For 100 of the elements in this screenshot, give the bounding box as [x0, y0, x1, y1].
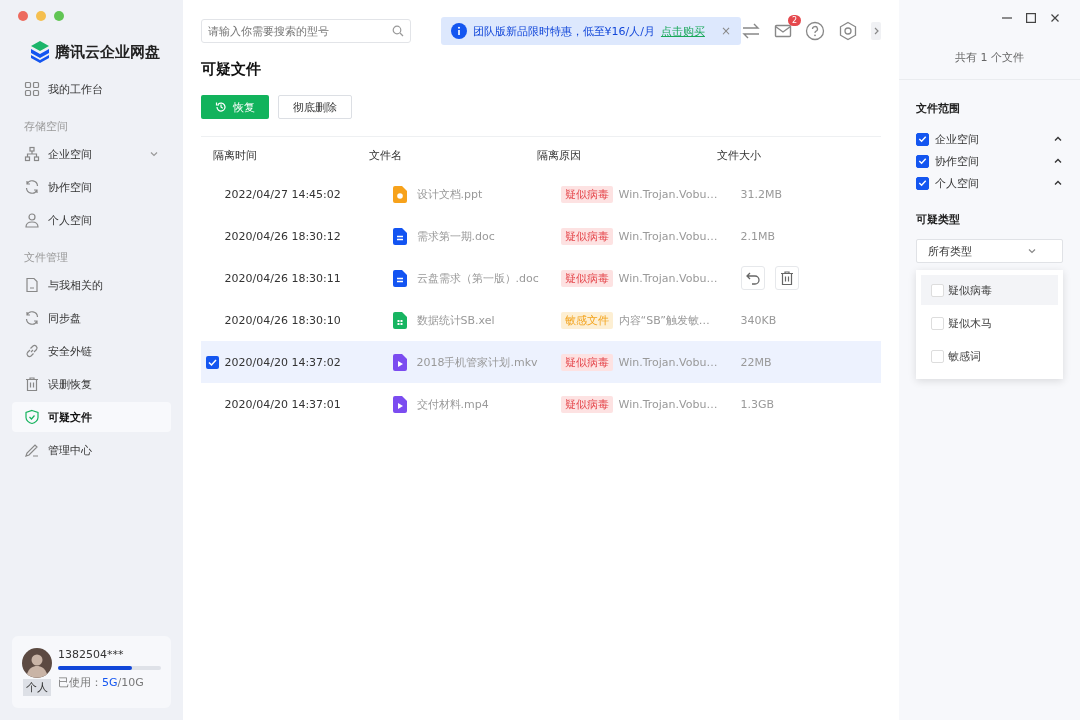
checkbox-label: 个人空间 [935, 175, 980, 191]
sidebar-item[interactable]: 安全外链 [12, 336, 171, 366]
chevron-up-icon[interactable] [1053, 134, 1063, 144]
promo-text: 团队版新品限时特惠，低至¥16/人/月 [472, 23, 655, 39]
user-name: 1382504*** [58, 648, 125, 661]
reason-tag: 疑似病毒 [560, 227, 613, 245]
file-icon [392, 395, 407, 413]
table-row[interactable]: 2020/04/20 14:37:02 2018手机管家计划.mkv 疑似病毒 Win.Trojan.Vobu… 22MB [200, 341, 881, 383]
file-size: 31.2MB [740, 187, 783, 201]
file-icon [392, 269, 407, 287]
close-light[interactable] [18, 11, 28, 21]
file-size: 340KB [740, 313, 777, 327]
chevron-up-icon[interactable] [1053, 178, 1063, 188]
trash-icon [778, 270, 795, 286]
checkbox-label: 企业空间 [935, 131, 980, 147]
table-row[interactable]: 2020/04/26 18:30:12 需求第一期.doc 疑似病毒 Win.Trojan.Vobu… 2.1MB [200, 215, 881, 257]
section-heading: 文件管理 [23, 250, 69, 266]
sidebar-item[interactable]: 误删恢复 [12, 369, 171, 399]
zoom-light[interactable] [54, 11, 64, 21]
quarantine-time: 2020/04/20 14:37:02 [224, 355, 342, 369]
maximize-icon[interactable] [1026, 13, 1036, 23]
grid-icon [24, 81, 40, 97]
dropdown-option[interactable]: 敏感词 [921, 341, 1058, 371]
chevron-up-icon[interactable] [1053, 156, 1063, 166]
checkbox[interactable] [916, 176, 929, 190]
quarantine-time: 2020/04/26 18:30:11 [224, 271, 342, 285]
checkbox[interactable] [916, 154, 929, 168]
info-icon [450, 23, 467, 39]
chevron-right-icon[interactable] [871, 22, 881, 40]
pen-icon [24, 442, 40, 458]
sidebar-item[interactable]: 同步盘 [12, 303, 171, 333]
checkbox-label: 协作空间 [935, 153, 980, 169]
quarantine-reason: Win.Trojan.Vobu… [618, 397, 718, 411]
section-heading: 存储空间 [23, 119, 69, 135]
transfer-arrows-icon[interactable] [741, 21, 761, 41]
close-icon[interactable] [1050, 13, 1060, 23]
sidebar-item[interactable]: 可疑文件 [12, 402, 171, 432]
checkbox[interactable] [206, 355, 219, 369]
sync-icon [24, 179, 40, 195]
avatar-silhouette-icon [22, 648, 52, 678]
table-row[interactable]: 2020/04/26 18:30:10 数据统计SB.xel 敏感文件 内容“SB”触发敏… 340KB [200, 299, 881, 341]
quarantine-reason: 内容“SB”触发敏… [618, 312, 710, 328]
column-header: 隔离原因 [536, 147, 582, 163]
cube-logo-icon [29, 40, 51, 64]
usage-total: /10G [117, 676, 144, 689]
file-size: 2.1MB [740, 229, 776, 243]
restore-file-button[interactable] [740, 266, 765, 290]
quarantine-reason: Win.Trojan.Vobu… [618, 187, 718, 201]
table-row[interactable]: 2020/04/26 18:30:11 云盘需求（第一版）.doc 疑似病毒 Win.Trojan.Vobu… [200, 257, 881, 299]
sync-icon [24, 310, 40, 326]
search-field[interactable]: 请输入你需要搜索的型号 [200, 19, 411, 43]
document-icon [24, 277, 40, 293]
reason-tag: 疑似病毒 [560, 185, 613, 203]
reason-tag: 疑似病毒 [560, 269, 613, 287]
quarantine-time: 2020/04/26 18:30:12 [224, 229, 342, 243]
quarantine-time: 2020/04/20 14:37:01 [224, 397, 342, 411]
column-header: 文件大小 [716, 147, 762, 163]
quarantine-reason: Win.Trojan.Vobu… [618, 271, 718, 285]
quarantine-time: 2022/04/27 14:45:02 [224, 187, 342, 201]
table-row[interactable]: 2022/04/27 14:45:02 设计文档.ppt 疑似病毒 Win.Trojan.Vobu… 31.2MB [200, 173, 881, 215]
help-icon[interactable] [805, 21, 825, 41]
chevron-down-icon[interactable] [148, 149, 159, 159]
column-header: 文件名 [368, 147, 403, 163]
delete-file-button[interactable] [774, 266, 799, 290]
section-heading: 文件范围 [916, 101, 961, 116]
sidebar-item[interactable]: 企业空间 [12, 139, 171, 169]
search-icon[interactable] [391, 25, 404, 37]
chevron-down-icon [1027, 246, 1037, 256]
type-dropdown[interactable]: 所有类型 [916, 239, 1063, 263]
file-icon [392, 353, 407, 371]
trash-icon [24, 376, 40, 392]
reason-tag: 敏感文件 [560, 311, 613, 329]
app-name: 腾讯云企业网盘 [55, 42, 160, 62]
section-heading: 可疑类型 [916, 212, 961, 227]
dropdown-option[interactable]: 疑似木马 [921, 308, 1058, 338]
sidebar-item[interactable]: 与我相关的 [12, 270, 171, 300]
table-row[interactable]: 2020/04/20 14:37:01 交付材料.mp4 疑似病毒 Win.Trojan.Vobu… 1.3GB [200, 383, 881, 425]
reason-tag: 疑似病毒 [560, 395, 613, 413]
file-size: 22MB [740, 355, 772, 369]
file-icon [392, 227, 407, 245]
notification-count: 2 [787, 15, 801, 26]
history-icon [214, 101, 227, 113]
usage-label: 已使用： [58, 676, 102, 689]
delete-permanently-button[interactable]: 彻底删除 [277, 95, 352, 119]
sidebar-item[interactable]: 协作空间 [12, 172, 171, 202]
quarantine-reason: Win.Trojan.Vobu… [618, 355, 718, 369]
checkbox[interactable] [916, 132, 929, 146]
quarantine-time: 2020/04/26 18:30:10 [224, 313, 342, 327]
user-icon [24, 212, 40, 228]
usage-value: 5G [102, 676, 118, 689]
dropdown-option[interactable]: 疑似病毒 [921, 275, 1058, 305]
sidebar-item[interactable]: 个人空间 [12, 205, 171, 235]
settings-icon[interactable] [838, 21, 858, 41]
page-title: 可疑文件 [200, 60, 262, 79]
mail-icon[interactable] [774, 22, 792, 40]
sidebar-item[interactable]: 我的工作台 [12, 74, 171, 104]
sidebar-item[interactable]: 管理中心 [12, 435, 171, 465]
shield-icon [24, 409, 40, 425]
file-icon [392, 185, 407, 203]
column-header: 隔离时间 [211, 147, 258, 163]
